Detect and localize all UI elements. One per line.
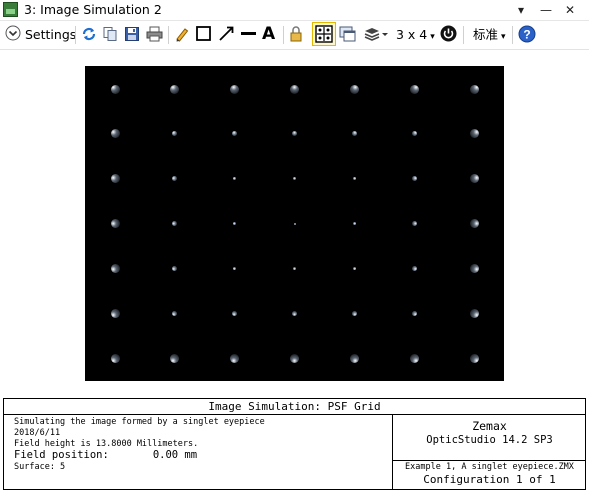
info-panel: Image Simulation: PSF Grid Simulating th…: [3, 398, 586, 490]
psf-spot: [469, 308, 479, 318]
psf-spot: [172, 220, 178, 227]
dropdown-arrow-icon[interactable]: ▾: [510, 1, 532, 19]
psf-spot: [469, 263, 479, 273]
description-line: Simulating the image formed by a singlet…: [14, 417, 265, 427]
psf-spot: [469, 129, 479, 139]
surface-line: Surface: 5: [14, 462, 66, 472]
psf-spot: [232, 310, 238, 316]
psf-spot: [290, 84, 299, 94]
window-title: 3: Image Simulation 2: [24, 2, 162, 17]
psf-spot: [349, 353, 359, 363]
psf-spot: [411, 131, 417, 137]
psf-spot: [411, 265, 417, 271]
field-position-line: Field position: 0.00 mm: [14, 449, 197, 461]
psf-spot: [409, 84, 419, 94]
psf-spot: [232, 131, 238, 137]
help-icon[interactable]: ?: [518, 25, 536, 47]
info-title: Image Simulation: PSF Grid: [4, 399, 585, 415]
chevron-down-circle-icon[interactable]: [5, 25, 21, 47]
field-position-label: Field position:: [14, 449, 109, 461]
copy-icon[interactable]: [102, 26, 118, 48]
psf-spot: [170, 84, 180, 94]
language-label: 标准: [473, 27, 499, 42]
window-icon[interactable]: [339, 25, 356, 47]
psf-spot: [110, 353, 120, 363]
psf-spot: [293, 266, 296, 270]
title-bar: 3: Image Simulation 2 ▾ — ✕: [0, 0, 589, 21]
psf-spot: [233, 222, 237, 225]
refresh-icon[interactable]: [81, 26, 97, 48]
psf-spot: [230, 353, 240, 363]
psf-spot: [233, 266, 237, 270]
psf-spot: [230, 84, 240, 94]
psf-grid-plot: [85, 66, 504, 381]
psf-spot: [352, 266, 356, 270]
psf-spot: [411, 176, 417, 182]
psf-spot: [110, 129, 120, 139]
psf-spot: [110, 174, 120, 184]
toolbar: Settings A 3 x 4 ▾ 标准 ▾ ?: [0, 21, 589, 50]
grid-view-icon[interactable]: [312, 22, 336, 46]
psf-spot: [291, 310, 298, 316]
minimize-button[interactable]: —: [535, 1, 557, 19]
psf-spot: [172, 176, 178, 182]
psf-spot: [291, 131, 298, 137]
close-button[interactable]: ✕: [559, 1, 581, 19]
psf-spot: [110, 308, 120, 318]
power-icon[interactable]: [440, 25, 457, 47]
dropdown-arrow-icon: ▾: [501, 32, 506, 42]
file-name: Example 1, A singlet eyepiece.ZMX: [405, 462, 574, 472]
psf-spot: [110, 219, 120, 228]
dropdown-arrow-icon: ▾: [430, 32, 435, 42]
date-line: 2018/6/11: [14, 428, 61, 438]
save-icon[interactable]: [124, 26, 140, 48]
psf-spot: [352, 177, 356, 181]
psf-spot: [293, 222, 296, 225]
file-cell: Example 1, A singlet eyepiece.ZMX Config…: [392, 461, 586, 489]
text-tool-icon[interactable]: A: [262, 23, 275, 45]
psf-spot: [110, 84, 120, 94]
psf-spot: [411, 220, 417, 227]
psf-spot: [352, 222, 356, 225]
psf-spot: [290, 353, 299, 363]
description-cell: Simulating the image formed by a singlet…: [4, 415, 392, 489]
grid-size-label: 3 x 4: [396, 27, 428, 42]
arrow-tool-icon[interactable]: [218, 25, 235, 47]
psf-spot: [469, 174, 479, 184]
language-dropdown[interactable]: 标准 ▾: [473, 24, 506, 46]
rectangle-tool-icon[interactable]: [195, 25, 212, 47]
psf-spot: [469, 84, 479, 94]
psf-spot: [349, 84, 359, 94]
lock-icon[interactable]: [289, 25, 303, 47]
layers-dropdown-icon[interactable]: [363, 25, 389, 47]
company-name: Zemax: [472, 419, 507, 433]
app-icon: [3, 2, 18, 17]
psf-spot: [293, 177, 296, 181]
company-cell: Zemax OpticStudio 14.2 SP3: [392, 415, 586, 461]
psf-spot: [469, 353, 479, 363]
psf-spot: [172, 310, 178, 316]
psf-spot: [351, 131, 357, 137]
field-height-line: Field height is 13.8000 Millimeters.: [14, 439, 199, 449]
line-tool-icon[interactable]: [240, 25, 257, 47]
field-position-value: 0.00 mm: [152, 449, 198, 461]
print-icon[interactable]: [146, 26, 163, 48]
svg-text:?: ?: [523, 28, 530, 42]
configuration-label: Configuration 1 of 1: [423, 473, 556, 486]
grid-size-dropdown[interactable]: 3 x 4 ▾: [396, 24, 435, 46]
product-name: OpticStudio 14.2 SP3: [426, 434, 553, 446]
psf-spot: [170, 353, 180, 363]
psf-spot: [172, 131, 178, 137]
psf-spot: [409, 353, 419, 363]
psf-spot: [233, 177, 237, 181]
psf-spot: [469, 219, 479, 228]
psf-spot: [411, 310, 417, 316]
pencil-icon[interactable]: [174, 26, 190, 48]
psf-spot: [351, 310, 357, 316]
psf-spot: [110, 263, 120, 273]
settings-button[interactable]: Settings: [25, 24, 76, 46]
psf-spot: [172, 265, 178, 271]
